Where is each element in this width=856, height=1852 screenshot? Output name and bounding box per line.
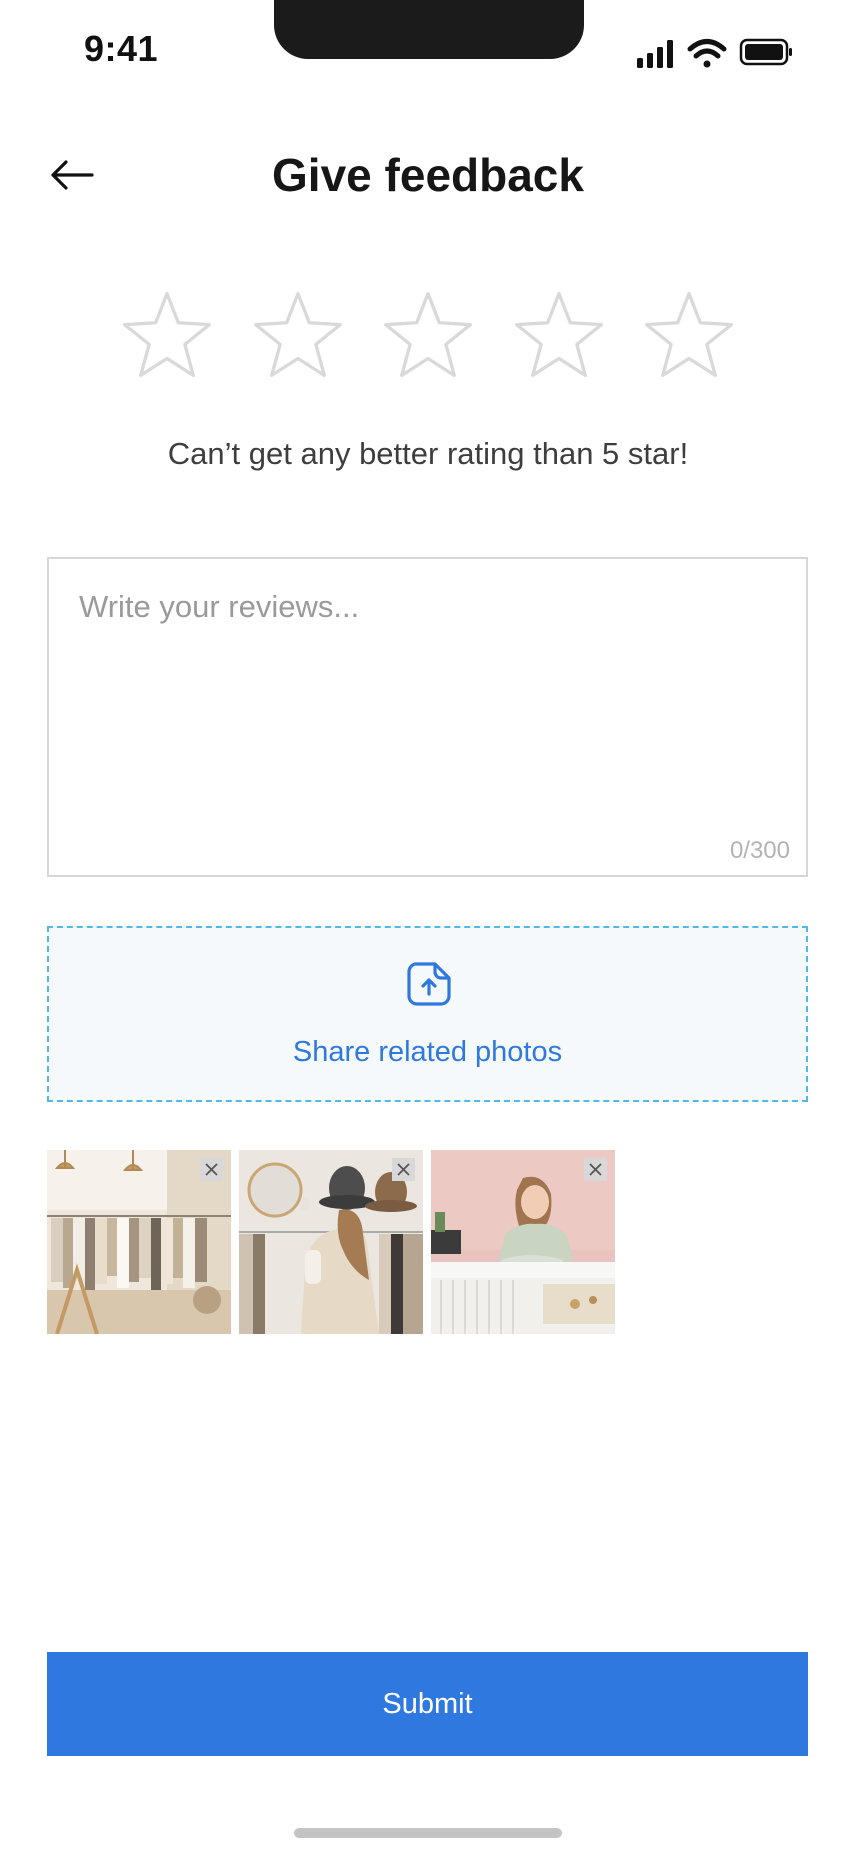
remove-photo-button[interactable] [584, 1158, 607, 1181]
page-title: Give feedback [272, 149, 584, 201]
photo-thumbnail[interactable] [431, 1150, 615, 1334]
status-time: 9:41 [84, 28, 159, 69]
share-photos-button[interactable]: Share related photos [47, 926, 808, 1102]
star-rating[interactable] [120, 288, 736, 382]
star-3-icon[interactable] [381, 288, 475, 382]
star-5-icon[interactable] [642, 288, 736, 382]
review-input[interactable] [49, 559, 806, 875]
battery-icon [739, 38, 792, 66]
submit-button[interactable]: Submit [47, 1652, 808, 1756]
home-indicator[interactable] [294, 1828, 562, 1838]
wifi-icon [687, 39, 727, 68]
photo-list [47, 1150, 615, 1334]
review-box: 0/300 [47, 557, 808, 877]
character-counter: 0/300 [729, 837, 790, 864]
remove-photo-button[interactable] [200, 1158, 223, 1181]
close-icon [589, 1163, 602, 1176]
star-2-icon[interactable] [251, 288, 345, 382]
photo-thumbnail[interactable] [47, 1150, 231, 1334]
rating-hint: Can’t get any better rating than 5 star! [167, 436, 689, 471]
star-4-icon[interactable] [512, 288, 606, 382]
status-icons [635, 34, 795, 70]
close-icon [205, 1163, 218, 1176]
close-icon [397, 1163, 410, 1176]
device-notch [274, 0, 584, 59]
upload-label: Share related photos [292, 1036, 563, 1068]
photo-thumbnail[interactable] [239, 1150, 423, 1334]
upload-icon [407, 962, 451, 1006]
signal-icon [637, 40, 673, 68]
remove-photo-button[interactable] [392, 1158, 415, 1181]
star-1-icon[interactable] [120, 288, 214, 382]
